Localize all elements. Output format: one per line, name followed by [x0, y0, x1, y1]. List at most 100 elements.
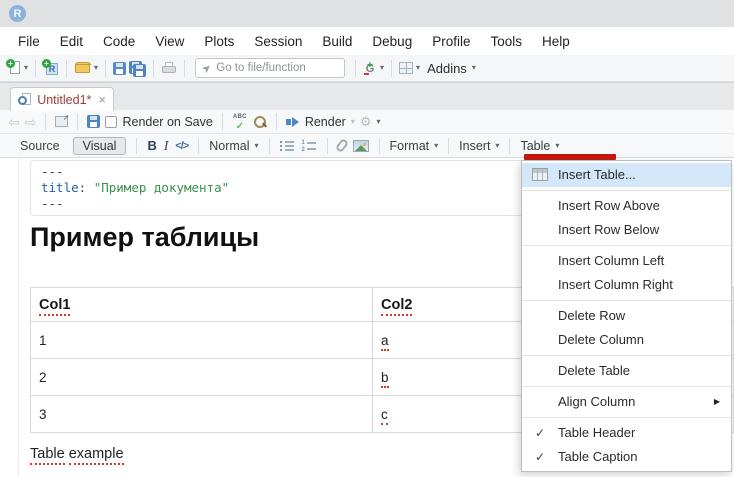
- menu-plots[interactable]: Plots: [194, 34, 244, 49]
- style-caret-icon: ▾: [254, 140, 259, 150]
- addins-caret-icon: ▾: [471, 63, 476, 72]
- menu-edit[interactable]: Edit: [50, 34, 93, 49]
- paragraph-style-dropdown[interactable]: Normal ▾: [209, 139, 258, 153]
- open-file-icon[interactable]: [74, 61, 92, 75]
- menu-build[interactable]: Build: [312, 34, 362, 49]
- editor-tab-bar: Untitled1* ×: [0, 82, 734, 111]
- options-dropdown-icon[interactable]: ▾: [376, 117, 380, 126]
- menu-item-delete-column[interactable]: Delete Column: [522, 328, 731, 352]
- quarto-doc-icon: [18, 92, 32, 107]
- table-dropdown-menu: Insert Table... Insert Row Above Insert …: [521, 160, 732, 472]
- goto-arrow-icon: ➤: [199, 60, 215, 76]
- format-toolbar: Source Visual B I </> Normal ▾ Format ▾ …: [0, 134, 734, 158]
- menu-separator: [522, 386, 731, 387]
- insert-table-icon: [532, 168, 548, 181]
- new-file-dropdown-icon[interactable]: ▾: [24, 64, 28, 72]
- menu-separator: [522, 245, 731, 246]
- menu-code[interactable]: Code: [93, 34, 145, 49]
- table-cell[interactable]: 1: [30, 321, 373, 359]
- rstudio-logo-icon: R: [9, 5, 26, 22]
- title-bar: R: [0, 0, 734, 27]
- editor-margin-line: [18, 158, 19, 477]
- save-icon[interactable]: [113, 61, 127, 75]
- back-icon[interactable]: ⇦: [8, 115, 20, 129]
- goto-file-box: ➤: [195, 58, 346, 78]
- render-button-label[interactable]: Render: [305, 115, 346, 129]
- image-icon[interactable]: [352, 139, 369, 152]
- table-caret-icon: ▾: [555, 140, 560, 150]
- table-menu-button[interactable]: Table ▾: [520, 139, 559, 153]
- menu-help[interactable]: Help: [532, 34, 580, 49]
- render-on-save-checkbox[interactable]: [105, 115, 118, 128]
- new-project-icon[interactable]: R +: [42, 59, 59, 76]
- menu-item-align-column[interactable]: Align Column ▶: [522, 390, 731, 414]
- bullet-list-icon[interactable]: [279, 140, 295, 152]
- menu-item-table-caption[interactable]: ✓ Table Caption: [522, 445, 731, 469]
- document-heading[interactable]: Пример таблицы: [30, 222, 259, 253]
- goto-file-input[interactable]: [216, 62, 327, 74]
- main-toolbar: + ▾ R+ ▾ ➤ G ▾ ▾ Addins ▾: [0, 55, 734, 82]
- version-control-icon[interactable]: G: [363, 57, 377, 76]
- insert-menu-button[interactable]: Insert ▾: [459, 139, 499, 153]
- code-button[interactable]: </>: [175, 140, 189, 152]
- gear-icon[interactable]: ⚙: [360, 115, 372, 128]
- addins-button[interactable]: Addins ▾: [423, 61, 480, 76]
- menu-item-insert-row-below[interactable]: Insert Row Below: [522, 218, 731, 242]
- menu-profile[interactable]: Profile: [422, 34, 480, 49]
- menu-item-delete-table[interactable]: Delete Table: [522, 359, 731, 383]
- open-in-new-window-icon[interactable]: [55, 113, 69, 127]
- menu-item-insert-table[interactable]: Insert Table...: [522, 163, 731, 187]
- open-file-dropdown-icon[interactable]: ▾: [94, 64, 98, 72]
- menu-file[interactable]: File: [8, 34, 50, 49]
- tab-close-icon[interactable]: ×: [98, 92, 106, 107]
- panes-dropdown-icon[interactable]: ▾: [416, 64, 420, 72]
- save-all-icon[interactable]: [129, 60, 147, 77]
- checkmark-icon: ✓: [535, 426, 546, 440]
- document-toolbar: ⇦ ⇨ Render on Save ABC ✓ Render ▾ ⚙ ▾: [0, 110, 734, 134]
- insert-caret-icon: ▾: [495, 140, 500, 150]
- menu-separator: [522, 190, 731, 191]
- numbered-list-icon[interactable]: [302, 140, 317, 154]
- link-icon[interactable]: [334, 137, 349, 154]
- menu-item-insert-row-above[interactable]: Insert Row Above: [522, 194, 731, 218]
- menu-item-insert-column-right[interactable]: Insert Column Right: [522, 273, 731, 297]
- menu-view[interactable]: View: [145, 34, 194, 49]
- annotation-red-underline: [524, 154, 616, 160]
- print-icon[interactable]: [161, 61, 177, 75]
- find-replace-icon[interactable]: [253, 115, 267, 129]
- spellcheck-icon[interactable]: ABC ✓: [232, 114, 248, 132]
- render-dropdown-icon[interactable]: ▾: [351, 117, 355, 126]
- menu-item-table-header[interactable]: ✓ Table Header: [522, 421, 731, 445]
- tab-untitled1[interactable]: Untitled1* ×: [10, 87, 114, 111]
- visual-mode-button[interactable]: Visual: [72, 136, 127, 155]
- menu-item-insert-column-left[interactable]: Insert Column Left: [522, 249, 731, 273]
- format-menu-button[interactable]: Format ▾: [390, 139, 439, 153]
- bold-button[interactable]: B: [147, 138, 156, 153]
- addins-label: Addins: [427, 60, 467, 76]
- render-arrow-icon[interactable]: [285, 116, 300, 127]
- italic-button[interactable]: I: [164, 138, 169, 154]
- menu-debug[interactable]: Debug: [362, 34, 422, 49]
- render-on-save-label: Render on Save: [122, 114, 213, 129]
- menu-separator: [522, 300, 731, 301]
- menu-tools[interactable]: Tools: [480, 34, 532, 49]
- menu-item-delete-row[interactable]: Delete Row: [522, 304, 731, 328]
- workspace-panes-icon[interactable]: [399, 62, 414, 74]
- source-mode-button[interactable]: Source: [14, 137, 66, 155]
- menu-bar: File Edit Code View Plots Session Build …: [0, 27, 734, 55]
- tab-label: Untitled1*: [37, 92, 92, 107]
- table-cell[interactable]: 2: [30, 358, 373, 396]
- rstudio-window: R File Edit Code View Plots Session Buil…: [0, 0, 734, 477]
- menu-separator: [522, 417, 731, 418]
- menu-separator: [522, 355, 731, 356]
- format-caret-icon: ▾: [434, 140, 439, 150]
- table-cell[interactable]: 3: [30, 395, 373, 433]
- submenu-arrow-icon: ▶: [713, 397, 720, 406]
- table-caption-text[interactable]: Table example: [30, 446, 124, 465]
- version-control-dropdown-icon[interactable]: ▾: [380, 64, 384, 72]
- save-document-icon[interactable]: [87, 115, 101, 128]
- table-header-cell[interactable]: Col1: [30, 287, 373, 322]
- menu-session[interactable]: Session: [244, 34, 312, 49]
- forward-icon[interactable]: ⇨: [25, 115, 37, 129]
- new-file-icon[interactable]: +: [6, 59, 21, 76]
